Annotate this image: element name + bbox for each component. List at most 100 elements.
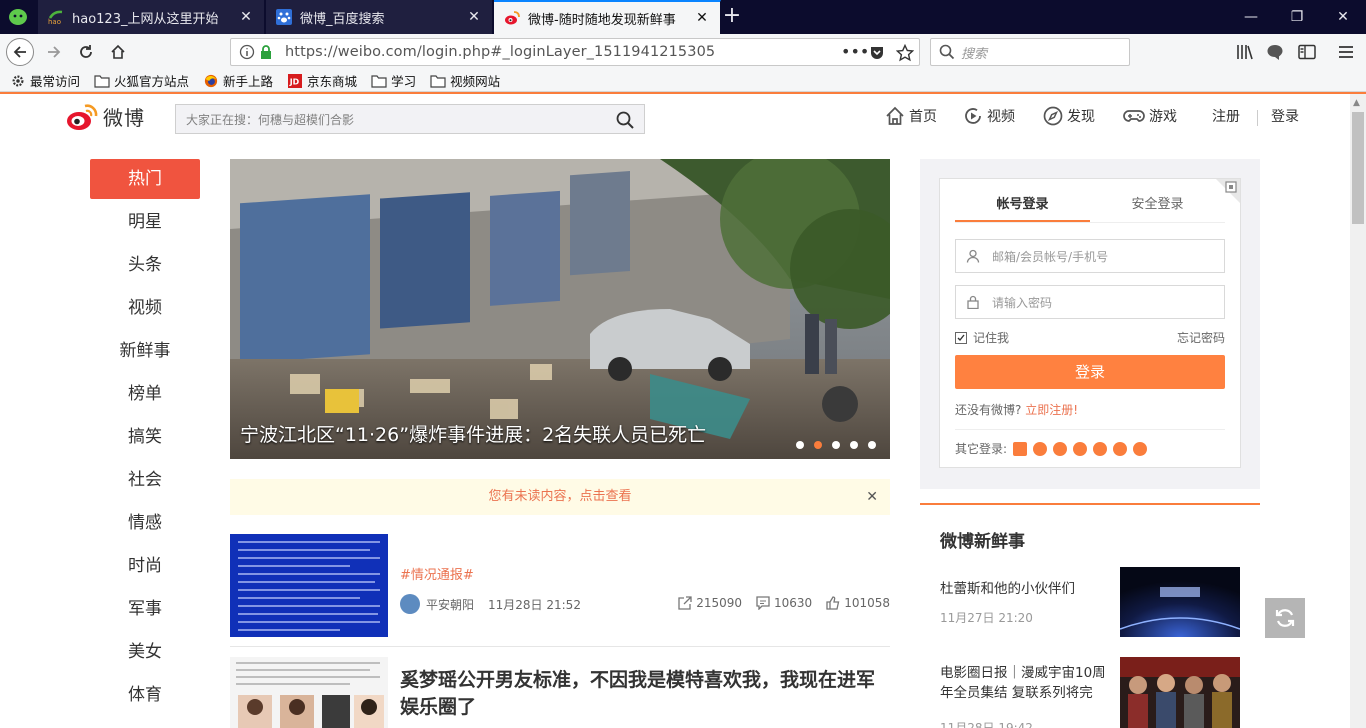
channel-funny[interactable]: 搞笑 [90,417,200,457]
url-bar[interactable]: https://weibo.com/login.php#_loginLayer_… [230,38,920,66]
bookmark-most-visited[interactable]: 最常访问 [10,71,80,90]
feed-thumbnail[interactable] [230,534,388,637]
refresh-button[interactable] [1265,598,1305,638]
bookmark-firefox-official[interactable]: 火狐官方站点 [94,71,189,90]
tab-baidu[interactable]: 微博_百度搜索 ✕ [266,0,493,34]
forgot-password-link[interactable]: 忘记密码 [1177,329,1225,346]
360-login-icon[interactable] [1113,441,1128,456]
scrollbar-thumb[interactable] [1352,112,1364,224]
news-thumbnail[interactable] [1120,567,1240,637]
news-title[interactable]: 电影圈日报｜漫威宇宙10周年全员集结 复联系列将完 [940,663,1110,703]
fresh-news-item[interactable]: 电影圈日报｜漫威宇宙10周年全员集结 复联系列将完 11月28日 19:42 [940,657,1240,728]
home-button[interactable] [104,38,132,66]
channel-headlines[interactable]: 头条 [90,245,200,285]
scroll-up-icon[interactable]: ▲ [1353,98,1360,108]
taobao-login-icon[interactable] [1013,441,1028,456]
close-window-button[interactable]: ✕ [1320,0,1366,34]
bookmark-study[interactable]: 学习 [371,71,416,90]
menu-hamburger-icon[interactable] [1336,42,1356,62]
tab-close-icon[interactable]: ✕ [466,9,482,25]
tab-account-login[interactable]: 帐号登录 [955,189,1090,222]
bookmark-jd[interactable]: JD 京东商城 [287,71,357,90]
repost-button[interactable]: 215090 [678,596,742,610]
tab-secure-login[interactable]: 安全登录 [1090,189,1225,222]
nav-game[interactable]: 游戏 [1123,106,1177,126]
channel-beauty[interactable]: 美女 [90,632,200,672]
carousel-dot-active[interactable] [814,441,822,449]
netease-login-icon[interactable] [1093,441,1108,456]
forward-button[interactable] [40,38,68,66]
qq-login-icon[interactable] [1033,441,1048,456]
bookmark-getting-started[interactable]: 新手上路 [203,71,273,90]
weibo-logo[interactable]: 微博 [65,102,145,131]
remember-me-checkbox[interactable]: 记住我 [955,329,1009,346]
channel-video[interactable]: 视频 [90,288,200,328]
pocket-icon[interactable] [869,45,885,61]
tab-close-icon[interactable]: ✕ [694,10,710,26]
new-tab-button[interactable]: + [720,4,744,30]
nav-register-link[interactable]: 注册 [1212,106,1240,126]
browser-search-input[interactable]: 搜索 [930,38,1130,66]
lock-icon[interactable] [259,44,273,60]
channel-military[interactable]: 军事 [90,589,200,629]
tab-weibo[interactable]: 微博-随时随地发现新鲜事 ✕ [494,0,721,34]
carousel-dot[interactable] [832,441,840,449]
unread-notice[interactable]: 您有未读内容，点击查看 ✕ [230,479,890,515]
weibo-search-input[interactable]: 大家正在搜：何穗与超模们合影 [175,104,645,134]
login-button[interactable]: 登录 [955,355,1225,389]
carousel-dot[interactable] [850,441,858,449]
restore-button[interactable]: ❐ [1274,0,1320,34]
checkbox-checked-icon[interactable] [955,331,967,344]
headline-carousel[interactable]: 宁波江北区“11·26”爆炸事件进展：2名失联人员已死亡 [230,159,890,459]
info-icon[interactable] [239,44,255,60]
feed-hashtag[interactable]: #情况通报# [400,564,474,583]
search-icon[interactable] [616,111,634,129]
wechat-icon[interactable] [8,8,28,26]
feed-thumbnail[interactable] [230,657,388,728]
bookmark-video-sites[interactable]: 视频网站 [430,71,500,90]
page-scrollbar[interactable]: ▲ [1350,94,1366,728]
nav-login-link[interactable]: 登录 [1271,106,1299,126]
reload-button[interactable] [72,38,100,66]
author-name[interactable]: 平安朝阳 [426,596,474,613]
channel-society[interactable]: 社会 [90,460,200,500]
library-icon[interactable] [1235,42,1255,62]
baidu-login-icon[interactable] [1133,441,1148,456]
channel-stars[interactable]: 明星 [90,202,200,242]
close-icon[interactable]: ✕ [866,479,878,515]
nav-discover[interactable]: 发现 [1043,106,1095,126]
bookmark-star-icon[interactable] [896,44,914,62]
tianyi-login-icon[interactable] [1073,441,1088,456]
news-thumbnail[interactable] [1120,657,1240,728]
username-field[interactable]: 邮箱/会员帐号/手机号 [955,239,1225,273]
sidebar-icon[interactable] [1297,42,1317,62]
channel-rankings[interactable]: 榜单 [90,374,200,414]
back-button[interactable] [6,38,34,66]
like-button[interactable]: 101058 [826,596,890,610]
news-title[interactable]: 杜蕾斯和他的小伙伴们 [940,579,1110,599]
carousel-dot[interactable] [868,441,876,449]
sina-login-icon[interactable] [1053,441,1068,456]
feed-item[interactable]: 奚梦瑶公开男友标准，不因我是模特喜欢我，我现在进军娱乐圈了 [230,657,890,728]
banner-caption[interactable]: 宁波江北区“11·26”爆炸事件进展：2名失联人员已死亡 [240,420,706,447]
tab-hao123[interactable]: hao hao123_上网从这里开始 ✕ [38,0,265,34]
channel-fashion[interactable]: 时尚 [90,546,200,586]
page-actions-icon[interactable]: ••• [841,42,869,61]
channel-fresh[interactable]: 新鲜事 [90,331,200,371]
feed-title[interactable]: 奚梦瑶公开男友标准，不因我是模特喜欢我，我现在进军娱乐圈了 [400,667,890,721]
channel-hot[interactable]: 热门 [90,159,200,199]
feed-item[interactable]: #情况通报# 平安朝阳 11月28日 21:52 215090 10630 10… [230,534,890,647]
fresh-news-item[interactable]: 杜蕾斯和他的小伙伴们 11月27日 21:20 [940,567,1240,647]
tab-close-icon[interactable]: ✕ [238,9,254,25]
carousel-dot[interactable] [796,441,804,449]
author-avatar[interactable] [400,594,420,614]
minimize-button[interactable]: — [1228,0,1274,34]
chat-bubble-icon[interactable] [1265,42,1285,62]
password-field[interactable]: 请输入密码 [955,285,1225,319]
channel-emotion[interactable]: 情感 [90,503,200,543]
nav-video[interactable]: 视频 [963,106,1015,126]
register-link[interactable]: 立即注册! [1025,403,1078,417]
channel-sports[interactable]: 体育 [90,675,200,715]
nav-home[interactable]: 首页 [885,106,937,126]
comment-button[interactable]: 10630 [756,596,812,610]
